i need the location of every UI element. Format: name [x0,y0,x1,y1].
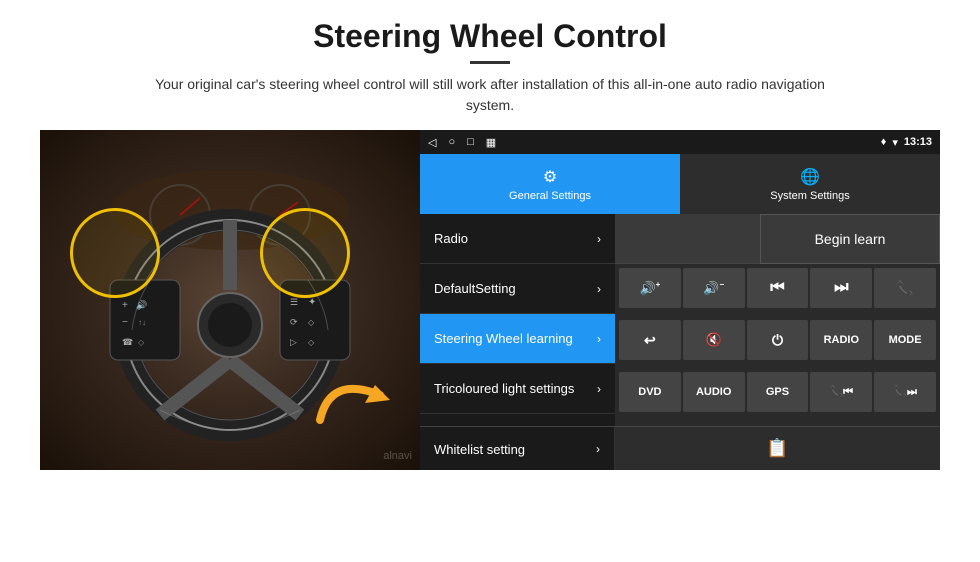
begin-learn-spacer [615,214,760,263]
vol-up-button[interactable]: 🔊+ [619,268,681,308]
menu-item-defaultsetting[interactable]: DefaultSetting › [420,264,615,314]
radio-button[interactable]: RADIO [810,320,872,360]
arrow-svg [310,365,400,435]
mode-label: MODE [889,334,922,346]
mode-button[interactable]: MODE [874,320,936,360]
whitelist-icon: 📋 [766,438,788,459]
status-bar: ◁ ○ □ ▦ ♦ ▾ 13:13 [420,130,940,154]
home-icon: ○ [448,136,455,149]
menu-item-tricoloured[interactable]: Tricoloured light settings › [420,364,615,414]
call-prev-button[interactable]: 📞⏮ [810,372,872,412]
menu-arrow-tricoloured: › [597,382,601,396]
audio-label: AUDIO [696,386,731,398]
menu-arrow-radio: › [597,232,601,246]
audio-button[interactable]: AUDIO [683,372,745,412]
menu-item-steering-label: Steering Wheel learning [434,331,573,346]
gear-icon: ⚙ [543,167,557,187]
page-title: Steering Wheel Control [313,18,667,55]
svg-text:+: + [122,300,128,311]
status-bar-right: ♦ ▾ 13:13 [881,136,932,149]
call-next-button[interactable]: 📞⏭ [874,372,936,412]
mute-button[interactable]: 🔇 [683,320,745,360]
arrow-container [310,365,400,440]
nav-tabs: ⚙ General Settings 🌐 System Settings [420,154,940,214]
left-menu: Radio › DefaultSetting › Steering Wheel … [420,214,615,426]
svg-text:▷: ▷ [290,337,297,347]
back-call-icon: ↩ [644,332,656,349]
tab-system-label: System Settings [770,190,849,202]
svg-text:◇: ◇ [308,318,315,327]
call-icon: 📞 [896,280,913,297]
call-next-icon: 📞⏭ [893,385,917,399]
recents-icon: □ [467,136,474,149]
globe-icon: 🌐 [800,167,820,187]
bottom-right-panel: 📋 [615,427,940,470]
whitelist-arrow: › [596,442,600,456]
menu-item-radio[interactable]: Radio › [420,214,615,264]
svg-text:◇: ◇ [138,338,145,347]
gps-button[interactable]: GPS [747,372,809,412]
menu-arrow-steering: › [597,332,601,346]
page-wrapper: Steering Wheel Control Your original car… [0,0,980,562]
vol-up-icon: 🔊+ [639,280,660,296]
title-divider [470,61,510,64]
car-image-section: + 🔊 − ☎ ↑↓ ◇ ☰ ✦ ⟳ ◇ ▷ ◇ [40,130,420,470]
dvd-button[interactable]: DVD [619,372,681,412]
watermark: alnavi [383,450,412,462]
android-ui: ◁ ○ □ ▦ ♦ ▾ 13:13 ⚙ General Settings [420,130,940,470]
svg-text:↑↓: ↑↓ [138,318,146,327]
screenshot-icon: ▦ [486,136,496,149]
status-time: 13:13 [904,136,932,148]
right-panel: Begin learn 🔊+ 🔊− ⏮ [615,214,940,426]
begin-learn-button[interactable]: Begin learn [760,214,940,264]
menu-controls: Radio › DefaultSetting › Steering Wheel … [420,214,940,426]
back-call-button[interactable]: ↩ [619,320,681,360]
menu-item-tricoloured-label: Tricoloured light settings [434,381,574,396]
call-button[interactable]: 📞 [874,268,936,308]
vol-down-button[interactable]: 🔊− [683,268,745,308]
tab-general-settings[interactable]: ⚙ General Settings [420,154,680,214]
svg-text:−: − [122,317,128,328]
controls-grid: 🔊+ 🔊− ⏮ ⏭ 📞 [615,264,940,426]
prev-track-button[interactable]: ⏮ [747,268,809,308]
back-icon: ◁ [428,136,436,149]
car-background: + 🔊 − ☎ ↑↓ ◇ ☰ ✦ ⟳ ◇ ▷ ◇ [40,130,420,470]
location-icon: ♦ [881,136,887,148]
svg-text:⟳: ⟳ [290,317,298,327]
tab-system-settings[interactable]: 🌐 System Settings [680,154,940,214]
prev-icon: ⏮ [770,279,784,297]
next-track-button[interactable]: ⏭ [810,268,872,308]
begin-learn-row: Begin learn [615,214,940,264]
power-icon: ⏻ [772,332,783,349]
page-subtitle: Your original car's steering wheel contr… [150,74,830,116]
dvd-label: DVD [638,386,661,398]
call-prev-icon: 📞⏮ [829,385,853,399]
vol-down-icon: 🔊− [703,280,724,296]
menu-arrow-default: › [597,282,601,296]
menu-item-default-label: DefaultSetting [434,281,516,296]
bottom-row: Whitelist setting › 📋 [420,426,940,470]
gps-label: GPS [766,386,789,398]
svg-text:☎: ☎ [122,337,133,347]
status-bar-left: ◁ ○ □ ▦ [428,136,496,149]
next-icon: ⏭ [834,279,848,297]
power-button[interactable]: ⏻ [747,320,809,360]
main-content: + 🔊 − ☎ ↑↓ ◇ ☰ ✦ ⟳ ◇ ▷ ◇ [40,130,940,470]
whitelist-menu-item[interactable]: Whitelist setting › [420,427,615,470]
svg-text:✦: ✦ [308,297,316,308]
svg-text:◇: ◇ [308,338,315,347]
signal-icon: ▾ [892,136,898,149]
svg-text:☰: ☰ [290,297,298,307]
highlight-circle-right [260,208,350,298]
whitelist-label: Whitelist setting [434,442,525,457]
radio-label: RADIO [824,334,859,346]
menu-item-radio-label: Radio [434,231,468,246]
highlight-circle-left [70,208,160,298]
tab-general-label: General Settings [509,190,591,202]
mute-icon: 🔇 [706,332,722,348]
menu-item-steering-wheel[interactable]: Steering Wheel learning › [420,314,615,364]
